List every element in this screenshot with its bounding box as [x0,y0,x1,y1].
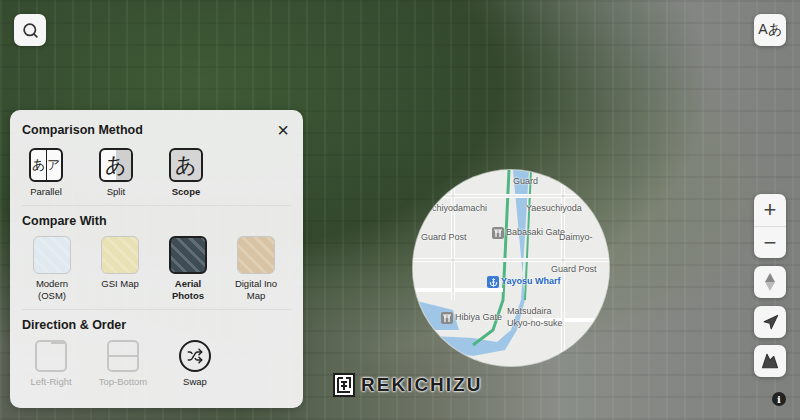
map-label: Guard [513,176,538,188]
language-button[interactable]: Aあ [754,14,786,46]
layer-thumbnail [33,236,71,274]
scope-lens[interactable]: Guard ochiyodamachi Yaesuchiyoda Guard Post… [413,170,609,366]
compass-button[interactable] [754,266,786,298]
direction-option: Top-Bottom [94,340,152,387]
comparison-panel: Comparison Method × あアParallel あSplit あScope… [10,110,303,408]
info-button[interactable]: i [772,392,786,406]
map-label: ochiyodamachi [427,203,487,215]
mountain-icon [761,352,779,370]
zoom-out-button[interactable]: − [754,226,786,258]
layer-option[interactable]: Modern (OSM) [22,236,82,301]
direction-option[interactable]: Swap [166,340,224,387]
map-label: Yayosu Wharf [487,276,563,288]
layer-thumbnail [237,236,275,274]
section-title: Compare With [22,214,291,228]
compass-icon [762,272,778,292]
map-label: Yaesuchiyoda [526,203,582,215]
close-button[interactable]: × [275,120,291,140]
map-label: Hibiya Gate [441,312,517,324]
map-label: Babasaki Gate [492,227,568,239]
anchor-icon [487,276,499,288]
method-option[interactable]: あSplit [92,148,140,197]
locate-button[interactable] [754,306,786,338]
map-label: Guard Post [551,264,597,276]
layer-option[interactable]: GSI Map [90,236,150,289]
search-button[interactable] [14,14,46,46]
direction-option: Left-Right [22,340,80,387]
method-option[interactable]: あアParallel [22,148,70,197]
compare-section: Compare With Modern (OSM)GSI MapAerial Ph… [22,205,291,309]
map-label: Matsudaira Ukyo-no-suke [507,306,569,329]
zoom-controls: +− [754,194,786,258]
terrain-button[interactable] [754,345,786,377]
parallel-icon: あア [29,148,63,182]
section-title: Comparison Method [22,123,143,137]
layer-thumbnail [101,236,139,274]
top-bottom-icon [107,340,139,372]
section-title: Direction & Order [22,318,291,332]
gate-icon [441,312,453,324]
gate-icon [492,227,504,239]
scope-icon: あ [169,148,203,182]
search-icon [22,22,39,39]
map-label: Daimyo- [559,232,593,244]
direction-section: Direction & Order Left-Right Top-Bottom Swa… [22,309,291,395]
method-option[interactable]: あScope [162,148,210,197]
layer-option[interactable]: Aerial Photos [158,236,218,301]
swap-icon [179,340,211,372]
layer-thumbnail [169,236,207,274]
zoom-in-button[interactable]: + [754,194,786,226]
split-icon: あ [99,148,133,182]
left-right-icon [35,340,67,372]
logo-icon [333,373,355,397]
map-view[interactable]: Guard ochiyodamachi Yaesuchiyoda Guard Post… [0,0,800,420]
map-label: Guard Post [421,232,467,244]
location-arrow-icon [762,314,779,331]
layer-option[interactable]: Digital Ino Map [226,236,286,301]
logo: REKICHIZU [333,373,482,397]
method-section: Comparison Method × あアParallel あSplit あScope [22,120,291,205]
